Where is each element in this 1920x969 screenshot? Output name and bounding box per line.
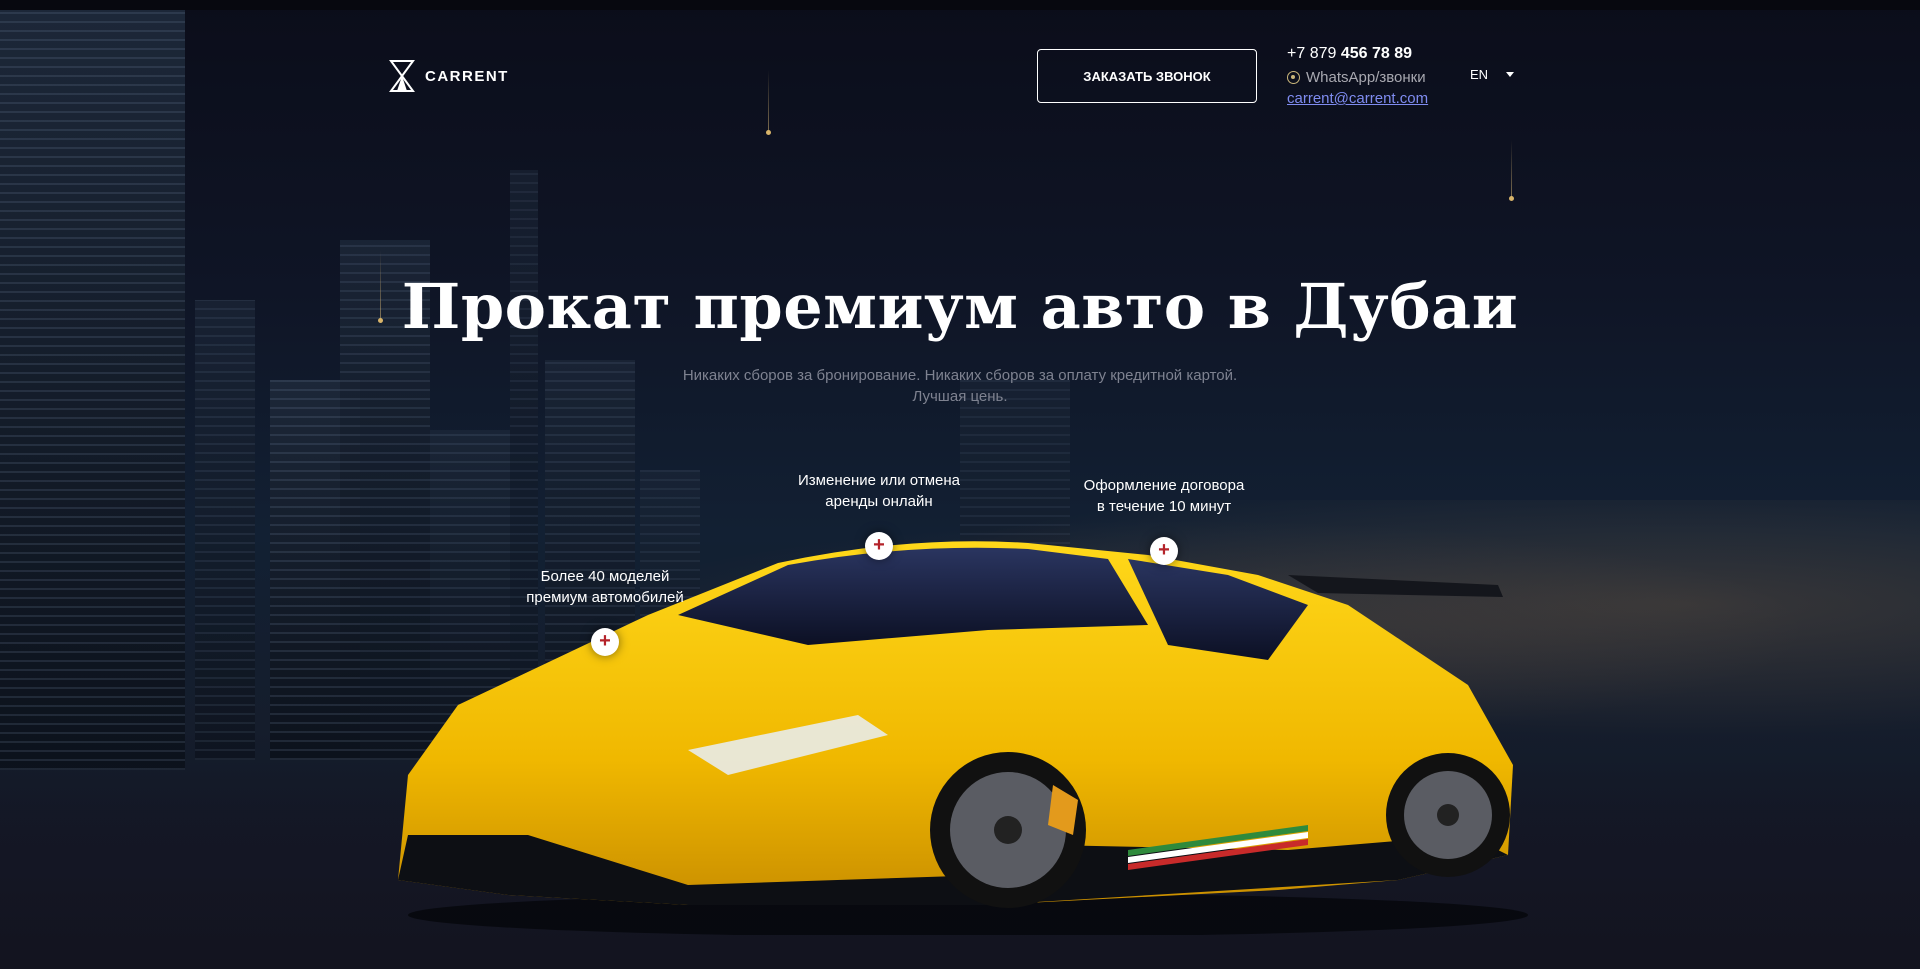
- top-strip: [0, 0, 1920, 10]
- hero-section: CARRENT ЗАКАЗАТЬ ЗВОНОК +7 879 456 78 89…: [0, 0, 1920, 969]
- plus-icon[interactable]: +: [591, 628, 619, 656]
- skyscraper: [0, 10, 185, 770]
- plus-icon[interactable]: +: [1150, 537, 1178, 565]
- brand-logo[interactable]: CARRENT: [389, 59, 509, 93]
- order-call-button[interactable]: ЗАКАЗАТЬ ЗВОНОК: [1037, 49, 1257, 103]
- phone-number[interactable]: +7 879 456 78 89: [1287, 45, 1428, 63]
- whatsapp-icon: [1287, 71, 1300, 84]
- feature-label-contract: Оформление договора в течение 10 минут: [1083, 477, 1245, 515]
- brand-name: CARRENT: [425, 67, 509, 85]
- hanging-light: [766, 70, 771, 135]
- whatsapp-label: WhatsApp/звонки: [1306, 69, 1426, 86]
- hourglass-logo-icon: [389, 60, 415, 92]
- hanging-light: [1509, 140, 1514, 201]
- plus-icon[interactable]: +: [865, 532, 893, 560]
- phone-main: 456 78 89: [1340, 45, 1413, 62]
- feature-label-online-change: Изменение или отмена аренды онлайн: [798, 472, 960, 510]
- whatsapp-row[interactable]: WhatsApp/звонки: [1287, 69, 1428, 86]
- phone-prefix: +7 879: [1287, 45, 1341, 62]
- hero-title: Прокат премиум авто в Дубаи: [401, 270, 1519, 343]
- chevron-down-icon: [1506, 72, 1515, 77]
- skyscraper: [195, 300, 255, 760]
- email-link[interactable]: carrent@carrent.com: [1287, 90, 1428, 107]
- language-selector[interactable]: EN: [1470, 67, 1515, 82]
- feature-label-models: Более 40 моделей премиум автомобилей: [526, 568, 684, 606]
- language-label: EN: [1470, 67, 1489, 82]
- hero-subtitle: Никаких сборов за бронирование. Никаких …: [682, 367, 1238, 405]
- contacts-block: +7 879 456 78 89 WhatsApp/звонки carrent…: [1287, 45, 1428, 107]
